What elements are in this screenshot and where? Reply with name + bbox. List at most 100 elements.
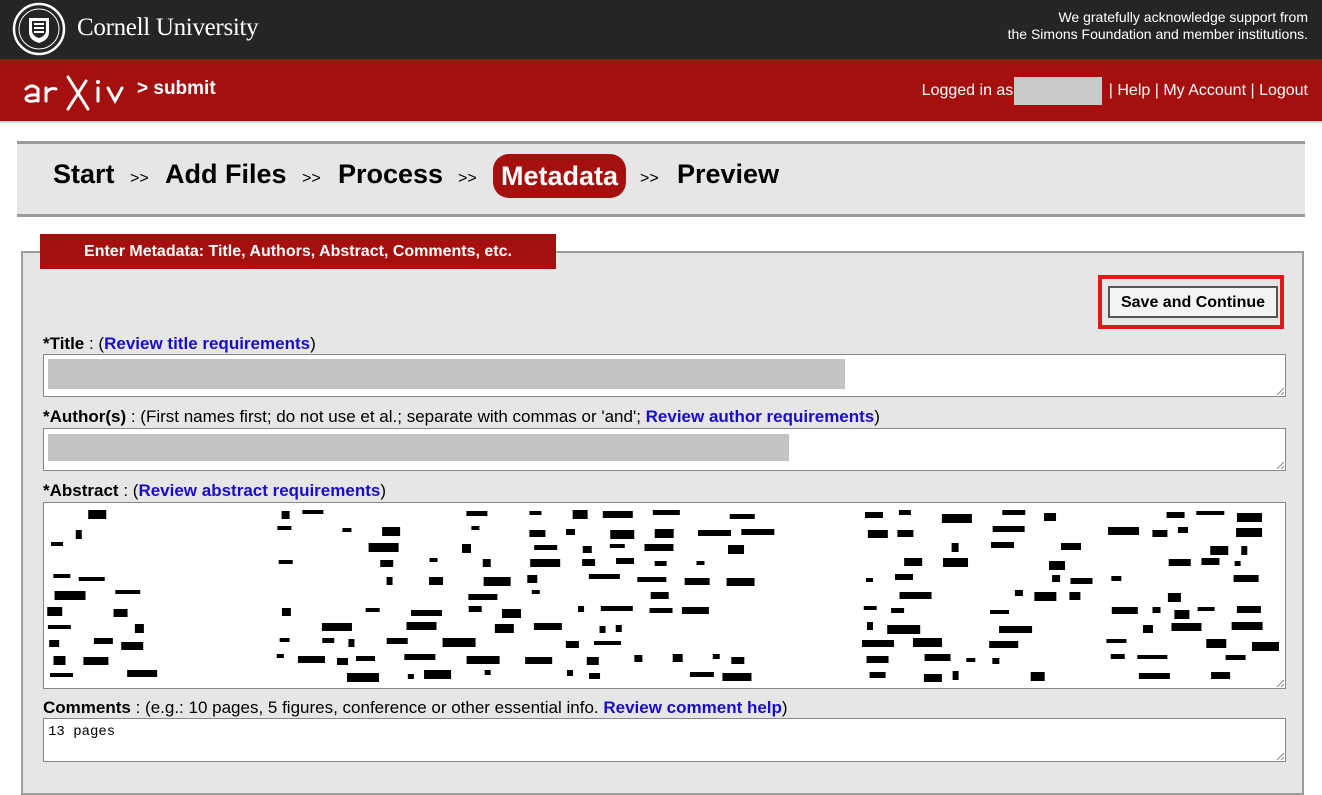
authors-input[interactable]	[43, 428, 1286, 471]
redaction-mark	[386, 577, 393, 585]
redaction-mark	[78, 577, 105, 581]
redaction-mark	[1030, 672, 1045, 681]
redaction-mark	[644, 544, 674, 551]
university-name[interactable]: Cornell University	[77, 14, 259, 42]
arxiv-bar: > submit Logged in as | Help | My Accoun…	[0, 59, 1322, 123]
redaction-mark	[527, 575, 538, 583]
redaction-mark	[731, 657, 745, 664]
redaction-mark	[336, 658, 348, 665]
comments-input[interactable]: 13 pages	[43, 718, 1286, 762]
redaction-mark	[1106, 639, 1127, 643]
redaction-mark	[582, 559, 596, 566]
redaction-mark	[49, 640, 60, 647]
review-author-link[interactable]: Review author requirements	[646, 407, 875, 426]
redaction-mark	[466, 511, 488, 516]
redaction-mark	[989, 641, 1019, 648]
redaction-mark	[867, 530, 888, 538]
redaction-mark	[1225, 655, 1246, 660]
redaction-mark	[1052, 575, 1061, 582]
arxiv-logo-icon[interactable]	[22, 71, 134, 113]
redaction-mark	[924, 654, 951, 661]
submit-breadcrumb: > submit	[137, 78, 216, 99]
redaction-mark	[582, 546, 592, 553]
redaction-mark	[1206, 639, 1227, 648]
step-add-files[interactable]: Add Files	[165, 159, 287, 190]
redaction-mark	[866, 622, 873, 630]
title-input[interactable]	[43, 354, 1286, 397]
redaction-mark	[634, 655, 643, 662]
nav-separator: |	[1104, 82, 1118, 99]
redaction-mark	[406, 622, 437, 630]
user-nav: Logged in as | Help | My Account | Logou…	[922, 77, 1308, 105]
redaction-mark	[429, 577, 444, 585]
redaction-mark	[1236, 606, 1261, 613]
redaction-mark	[302, 510, 324, 514]
redaction-mark	[368, 543, 399, 552]
redaction-mark	[322, 638, 335, 643]
redaction-mark	[53, 574, 71, 578]
redaction-mark	[966, 658, 976, 662]
redaction-mark	[1171, 623, 1202, 631]
step-preview[interactable]: Preview	[677, 159, 779, 190]
redaction-mark	[346, 673, 379, 682]
redaction-mark	[616, 558, 635, 564]
redaction-mark	[348, 639, 355, 647]
abstract-label: *Abstract : (Review abstract requirement…	[43, 481, 386, 500]
redaction-mark	[1110, 654, 1125, 659]
save-and-continue-button[interactable]: Save and Continue	[1108, 286, 1278, 318]
redaction-mark	[912, 638, 942, 647]
redaction-mark	[650, 592, 669, 599]
redaction-mark	[51, 542, 64, 546]
resize-grip-icon[interactable]	[1276, 387, 1284, 395]
redaction-mark	[1061, 543, 1082, 550]
redaction-mark	[1167, 593, 1181, 602]
step-metadata[interactable]: Metadata	[493, 154, 627, 198]
redaction-mark	[1177, 527, 1188, 533]
review-title-link[interactable]: Review title requirements	[104, 334, 310, 353]
resize-grip-icon[interactable]	[1276, 461, 1284, 469]
resize-grip-icon[interactable]	[1276, 752, 1284, 760]
redaction-mark	[566, 670, 573, 676]
redaction-mark	[698, 530, 732, 536]
redaction-mark	[461, 544, 471, 553]
step-separator: >>	[302, 170, 321, 187]
redaction-mark	[589, 673, 601, 679]
redaction-mark	[49, 673, 73, 677]
redaction-mark	[534, 545, 558, 550]
redaction-mark	[861, 640, 894, 647]
redaction-mark	[386, 638, 408, 644]
redaction-mark	[864, 512, 883, 518]
redaction-mark	[1044, 513, 1057, 521]
redaction-mark	[411, 610, 443, 616]
redaction-mark	[610, 530, 635, 539]
cornell-seal-icon[interactable]	[12, 2, 66, 56]
redaction-mark	[652, 510, 680, 515]
redaction-mark	[482, 559, 491, 567]
redaction-mark	[380, 560, 394, 567]
review-comment-link[interactable]: Review comment help	[603, 698, 782, 717]
comments-label: Comments : (e.g.: 10 pages, 5 figures, c…	[43, 698, 788, 717]
my-account-link[interactable]: My Account	[1163, 82, 1246, 100]
redaction-mark	[1138, 673, 1170, 679]
redaction-mark	[281, 511, 290, 519]
redaction-mark	[1236, 528, 1263, 537]
redaction-mark	[565, 641, 579, 648]
redaction-mark	[943, 558, 969, 567]
redaction-mark	[722, 673, 752, 681]
redaction-mark	[525, 657, 553, 664]
redaction-mark	[277, 526, 292, 530]
help-link[interactable]: Help	[1117, 82, 1150, 100]
redaction-mark	[696, 561, 705, 565]
logout-link[interactable]: Logout	[1259, 82, 1308, 100]
step-process[interactable]: Process	[338, 159, 443, 190]
review-abstract-link[interactable]: Review abstract requirements	[138, 481, 380, 500]
step-start[interactable]: Start	[53, 159, 115, 190]
redaction-mark	[729, 514, 755, 519]
redaction-mark	[321, 623, 352, 631]
resize-grip-icon[interactable]	[1276, 679, 1284, 687]
redaction-mark	[75, 530, 82, 539]
redaction-mark	[1234, 561, 1241, 566]
redaction-mark	[382, 527, 401, 536]
redaction-mark	[726, 578, 755, 586]
abstract-input[interactable]	[43, 502, 1286, 689]
